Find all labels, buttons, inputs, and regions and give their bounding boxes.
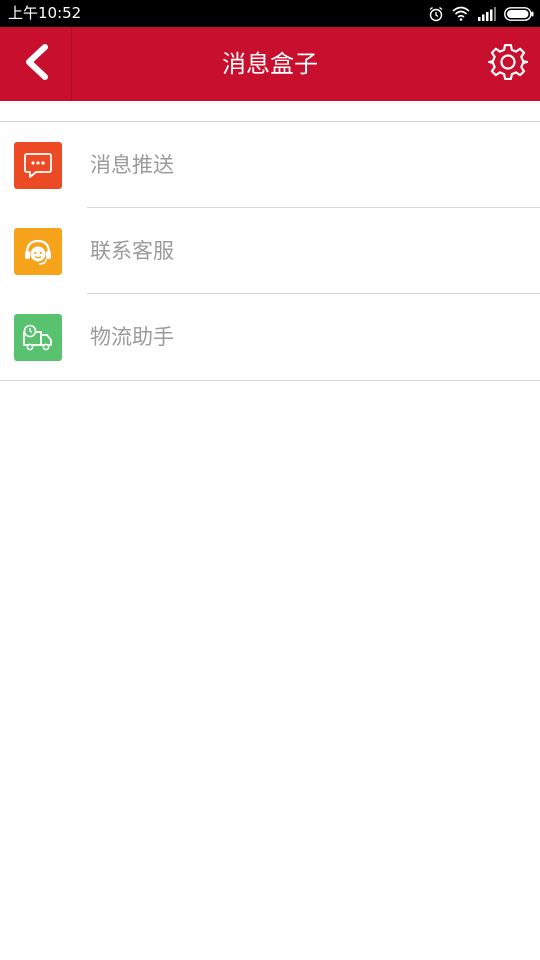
list-item-logistics-assistant[interactable]: 物流助手 [0,294,540,381]
settings-button[interactable] [486,42,530,86]
status-icons [428,4,534,23]
list-item-message-push[interactable]: 消息推送 [0,122,540,208]
back-button[interactable] [0,27,72,101]
app-header: 消息盒子 [0,27,540,101]
message-bubble-icon [14,142,62,189]
page-title: 消息盒子 [222,50,318,78]
alarm-icon [428,6,444,22]
status-time: 上午10:52 [8,4,82,22]
gear-icon [488,42,529,86]
signal-icon [478,6,496,21]
menu-list: 消息推送 联系客服 物流助手 [0,121,540,381]
list-item-label: 消息推送 [90,153,174,177]
customer-service-icon [14,228,62,275]
list-item-label: 物流助手 [90,325,174,349]
delivery-truck-icon [14,314,62,361]
list-item-customer-service[interactable]: 联系客服 [0,208,540,294]
status-bar: 上午10:52 [0,0,540,27]
wifi-icon [452,6,470,21]
chevron-left-icon [21,44,51,84]
battery-icon [504,6,534,21]
list-item-label: 联系客服 [90,239,174,263]
